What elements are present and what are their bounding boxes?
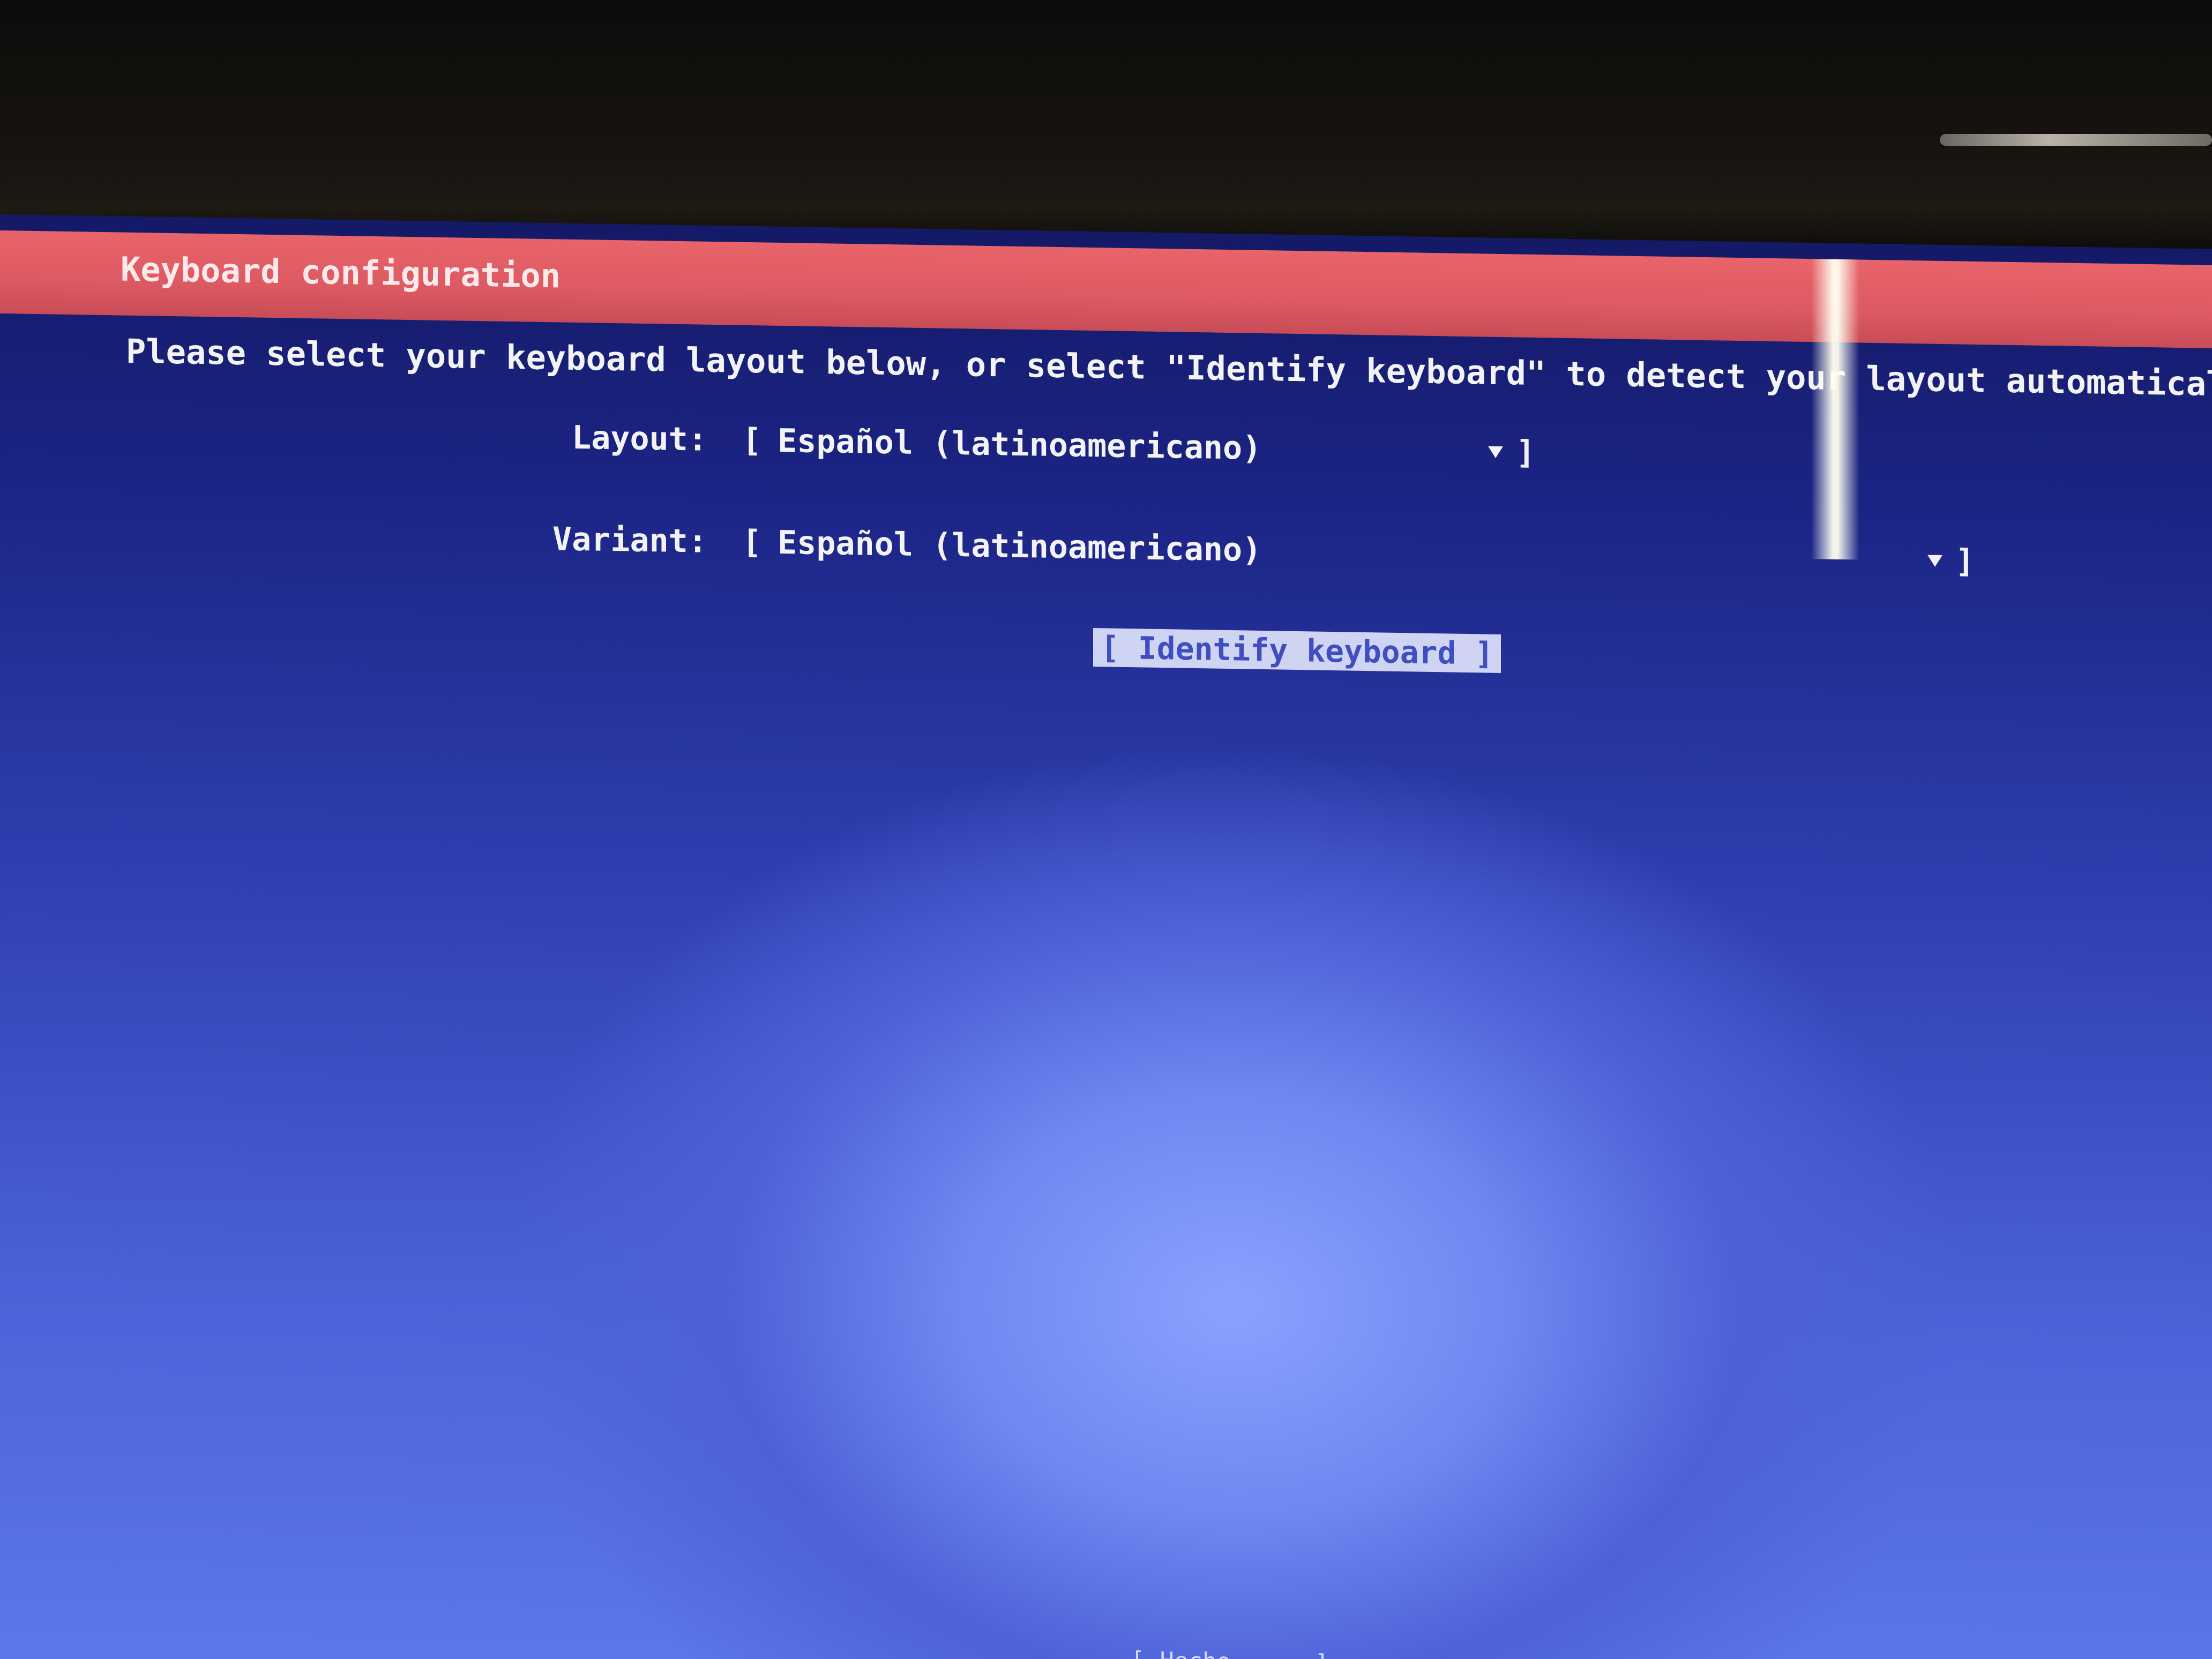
bezel-slot: [1940, 134, 2212, 146]
variant-close-bracket: ]: [1955, 542, 1975, 580]
chevron-down-icon: [1927, 555, 1942, 567]
identify-keyboard-button[interactable]: [ Identify keyboard ]: [1093, 628, 1501, 674]
chevron-down-icon: [1488, 446, 1503, 459]
layout-spacer: [1261, 449, 1488, 452]
variant-label: Variant:: [552, 520, 707, 561]
done-close-bracket: ]: [1315, 1650, 1329, 1659]
layout-value: Español (latinoamericano): [778, 422, 1262, 467]
screen-title: Keyboard configuration: [121, 249, 561, 296]
installer-screen: Keyboard configuration Please select you…: [0, 214, 2212, 1659]
layout-open-bracket: [: [742, 421, 762, 460]
layout-label: Layout:: [572, 419, 707, 459]
done-spacer: [1231, 1648, 1315, 1659]
layout-select[interactable]: [ Español (latinoamericano) ]: [742, 422, 1535, 472]
monitor-bezel: [0, 0, 2212, 246]
variant-select[interactable]: [ Español (latinoamericano) ]: [742, 524, 1975, 580]
screen-glare: [1811, 259, 1859, 560]
done-label: Hecho: [1160, 1647, 1231, 1659]
done-open-bracket: [: [1131, 1647, 1145, 1659]
layout-close-bracket: ]: [1515, 434, 1535, 472]
photo-scene: Keyboard configuration Please select you…: [0, 0, 2212, 1659]
variant-value: Español (latinoamericano): [778, 524, 1262, 569]
variant-open-bracket: [: [742, 523, 762, 562]
done-button[interactable]: [ Hecho ]: [1131, 1647, 1329, 1659]
